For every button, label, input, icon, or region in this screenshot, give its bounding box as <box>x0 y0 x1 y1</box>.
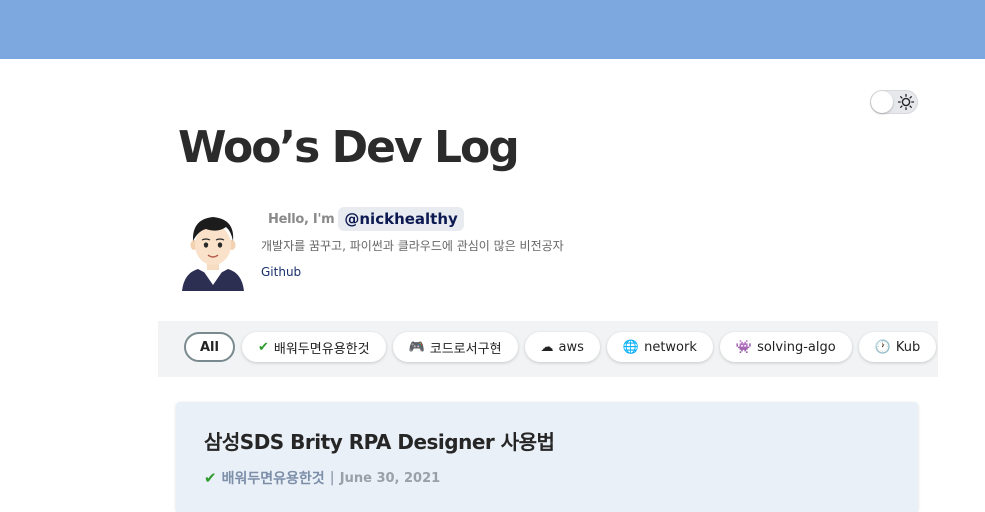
category-label: aws <box>558 339 584 355</box>
puzzle-icon: 👾 <box>735 339 753 355</box>
blog-title[interactable]: Woo’s Dev Log <box>178 118 520 178</box>
category-label: solving-algo <box>757 339 836 355</box>
post-date: June 30, 2021 <box>339 470 441 486</box>
category-chip-kub[interactable]: 🕐 Kub <box>858 332 937 362</box>
greeting: Hello, I'm @nickhealthy <box>268 205 464 233</box>
category-chip-learn[interactable]: ✔ 배워두면유용한것 <box>241 332 386 362</box>
category-chip-code[interactable]: 🎮 코드로서구현 <box>392 332 518 362</box>
post-category[interactable]: 배워두면유용한것 <box>222 468 325 488</box>
category-filter-bar: All ✔ 배워두면유용한것 🎮 코드로서구현 ☁ aws 🌐 network … <box>158 321 938 377</box>
category-chip-solving-algo[interactable]: 👾 solving-algo <box>719 332 852 362</box>
clock-icon: 🕐 <box>874 339 891 355</box>
top-banner <box>0 0 985 59</box>
game-controller-icon: 🎮 <box>408 339 425 355</box>
category-chip-all[interactable]: All <box>184 332 235 362</box>
category-label: 코드로서구현 <box>429 341 502 357</box>
post-card[interactable]: 삼성SDS Brity RPA Designer 사용법 ✔ 배워두면유용한것 … <box>176 402 918 512</box>
cloud-icon: ☁ <box>540 339 554 355</box>
sun-icon <box>897 93 915 111</box>
user-handle[interactable]: @nickhealthy <box>338 207 464 231</box>
check-mark-icon: ✔ <box>257 339 269 355</box>
toggle-knob[interactable] <box>871 91 893 113</box>
category-label: Kub <box>895 339 921 355</box>
category-chip-aws[interactable]: ☁ aws <box>524 332 600 362</box>
category-list: All ✔ 배워두면유용한것 🎮 코드로서구현 ☁ aws 🌐 network … <box>184 332 937 362</box>
category-chip-network[interactable]: 🌐 network <box>606 332 713 362</box>
post-meta: ✔ 배워두면유용한것 | June 30, 2021 <box>204 468 440 488</box>
category-label: 배워두면유용한것 <box>273 341 370 357</box>
meta-separator: | <box>329 470 335 486</box>
category-label: All <box>200 339 219 355</box>
category-label: network <box>644 339 697 355</box>
globe-icon: 🌐 <box>622 339 640 355</box>
post-title[interactable]: 삼성SDS Brity RPA Designer 사용법 <box>204 426 555 455</box>
greeting-text: Hello, I'm <box>268 211 335 227</box>
github-link[interactable]: Github <box>261 265 301 279</box>
theme-toggle[interactable] <box>870 90 918 114</box>
avatar <box>182 217 244 291</box>
profile-bio: 개발자를 꿈꾸고, 파이썬과 클라우드에 관심이 많은 비전공자 <box>261 239 564 253</box>
check-mark-icon: ✔ <box>204 469 217 487</box>
